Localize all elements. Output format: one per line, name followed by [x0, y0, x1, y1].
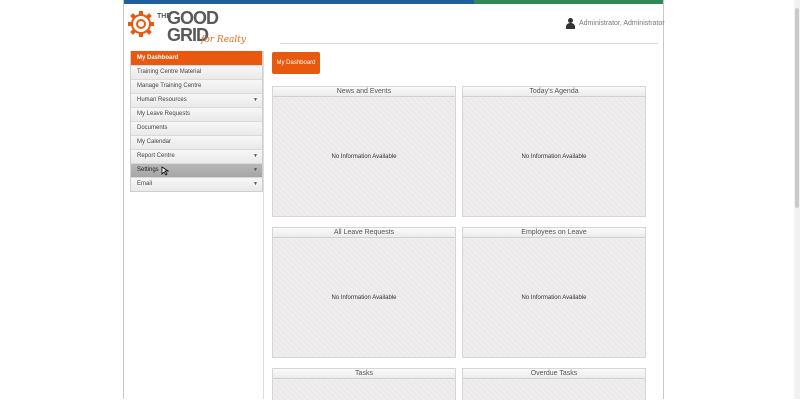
panel-title: Today's Agenda: [463, 87, 645, 97]
scrollbar-thumb[interactable]: [795, 8, 799, 208]
chevron-down-icon: ▼: [253, 97, 258, 103]
panel-news-and-events: News and Events No Information Available: [272, 86, 456, 217]
sidebar-item-label: My Leave Requests: [137, 111, 191, 117]
panel-empty-message: No Information Available: [521, 154, 587, 160]
sidebar-item-my-dashboard[interactable]: My Dashboard: [131, 51, 262, 65]
avatar-head: [568, 17, 573, 23]
logo-tagline: for Realty: [201, 35, 246, 45]
sidebar-item-report-centre[interactable]: Report Centre ▼: [131, 149, 262, 163]
site-logo[interactable]: THE GOOD GRID for Realty: [127, 8, 246, 45]
sidebar-item-label: Manage Training Centre: [137, 83, 202, 89]
panel-tasks: Tasks: [272, 368, 456, 400]
sidebar-item-label: Documents: [137, 125, 168, 131]
chevron-down-icon: ▼: [253, 167, 258, 173]
panel-body: [273, 380, 455, 400]
frame-border-left: [123, 0, 124, 399]
user-name[interactable]: Administrator, Administrator: [579, 20, 665, 27]
mouse-cursor-icon: [161, 166, 169, 176]
sidebar-item-documents[interactable]: Documents: [131, 121, 262, 135]
gear-logo-icon: [128, 11, 154, 37]
panel-title: Tasks: [273, 369, 455, 379]
panel-body: No Information Available: [273, 239, 455, 357]
panel-title: All Leave Requests: [273, 228, 455, 238]
sidebar-item-settings[interactable]: Settings ▼: [131, 163, 262, 177]
logo-the: THE: [157, 13, 171, 20]
panel-overdue-tasks: Overdue Tasks: [462, 368, 646, 400]
panel-body: [463, 380, 645, 400]
frame-border-right: [663, 0, 664, 399]
sidebar-item-training-centre-material[interactable]: Training Centre Material: [131, 65, 262, 79]
chevron-down-icon: ▼: [253, 181, 258, 187]
sidebar-item-label: My Calendar: [137, 139, 172, 145]
sidebar-item-label: Email: [137, 181, 153, 187]
sidebar-item-label: My Dashboard: [137, 55, 179, 61]
user-avatar-icon: [566, 17, 575, 29]
chevron-down-icon: ▼: [253, 153, 258, 159]
page-margin-left: [0, 0, 123, 399]
sidebar-item-my-leave-requests[interactable]: My Leave Requests: [131, 107, 262, 121]
panel-empty-message: No Information Available: [331, 154, 397, 160]
panel-body: No Information Available: [273, 98, 455, 216]
sidebar-item-my-calendar[interactable]: My Calendar: [131, 135, 262, 149]
panel-body: No Information Available: [463, 239, 645, 357]
panel-title: Employees on Leave: [463, 228, 645, 238]
sidebar-item-label: Training Centre Material: [137, 69, 202, 75]
avatar-body: [566, 22, 575, 29]
top-color-bar: [124, 0, 663, 4]
panel-todays-agenda: Today's Agenda No Information Available: [462, 86, 646, 217]
sidebar-item-label: Report Centre: [137, 153, 175, 159]
sidebar-item-email[interactable]: Email ▼: [131, 177, 262, 191]
sidebar-item-label: Settings: [137, 167, 159, 173]
sidebar: My Dashboard Training Centre Material Ma…: [130, 51, 264, 399]
top-bar-green: [474, 0, 663, 4]
sidebar-item-manage-training-centre[interactable]: Manage Training Centre: [131, 79, 262, 93]
my-dashboard-button[interactable]: My Dashboard: [272, 52, 320, 74]
user-menu[interactable]: Administrator, Administrator: [566, 17, 665, 29]
sidebar-menu: My Dashboard Training Centre Material Ma…: [130, 51, 263, 192]
page-scrollbar[interactable]: [794, 0, 800, 399]
sidebar-item-human-resources[interactable]: Human Resources ▼: [131, 93, 262, 107]
panel-title: News and Events: [273, 87, 455, 97]
top-bar-blue: [124, 0, 474, 4]
panel-all-leave-requests: All Leave Requests No Information Availa…: [272, 227, 456, 358]
panel-employees-on-leave: Employees on Leave No Information Availa…: [462, 227, 646, 358]
panel-body: No Information Available: [463, 98, 645, 216]
panel-empty-message: No Information Available: [521, 295, 587, 301]
panel-empty-message: No Information Available: [331, 295, 397, 301]
header-divider: [280, 43, 658, 44]
sidebar-item-label: Human Resources: [137, 97, 187, 103]
panel-title: Overdue Tasks: [463, 369, 645, 379]
